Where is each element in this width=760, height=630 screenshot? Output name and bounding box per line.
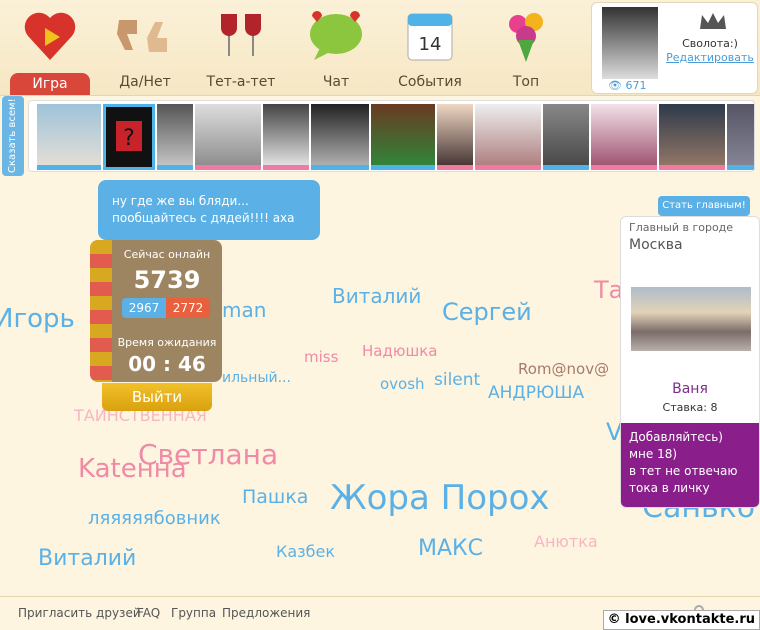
message-line: Добавляйтесь): [629, 430, 723, 444]
profile-views: 👁 671: [608, 79, 646, 92]
city-label: Главный в городе: [629, 221, 734, 234]
nav-top-label: Топ: [512, 74, 540, 90]
calendar-day: 14: [419, 34, 442, 55]
strip-thumb[interactable]: [157, 104, 193, 170]
flowers-icon: [509, 13, 543, 62]
cloud-name[interactable]: ovosh: [380, 375, 425, 393]
offers-link[interactable]: Предложения: [222, 606, 310, 620]
message-line: тока в личку: [629, 481, 710, 495]
main-person-name[interactable]: Ваня: [621, 381, 759, 397]
strip-thumb[interactable]: [727, 104, 754, 170]
bubble-line: пообщайтесь с дядей!!!! аха: [112, 211, 295, 225]
cloud-name[interactable]: Сергей: [442, 298, 532, 326]
nav-tete-a-tete[interactable]: Тет-а-тет: [198, 0, 284, 96]
strip-thumb[interactable]: [311, 104, 369, 170]
cloud-name[interactable]: miss: [304, 348, 338, 366]
online-stats-box: Сейчас онлайн 5739 2967 2772 Время ожида…: [90, 240, 222, 382]
online-count: 5739: [133, 266, 201, 294]
say-all-button[interactable]: Сказать всем!: [2, 96, 24, 176]
invite-friends-link[interactable]: Пригласить друзей: [18, 606, 141, 620]
women-online-count: 2772: [166, 298, 210, 318]
nav-events-label: События: [398, 74, 462, 90]
photo-strip: ?: [28, 100, 755, 172]
strip-thumb[interactable]: [659, 104, 725, 170]
exit-button[interactable]: Выйти: [102, 383, 212, 411]
svg-text:?: ?: [123, 126, 135, 151]
hearts-pattern-icon: [90, 240, 112, 382]
cloud-name[interactable]: Надюшка: [362, 342, 437, 360]
edit-profile-link[interactable]: Редактировать: [664, 51, 756, 64]
strip-thumb[interactable]: [37, 104, 101, 170]
profile-box: Сволота:) Редактировать 👁 671: [591, 2, 758, 94]
heart-play-icon: [24, 12, 76, 60]
become-main-button[interactable]: Стать главным!: [658, 196, 750, 216]
wait-time: 00 : 46: [128, 352, 206, 376]
strip-thumb[interactable]: [195, 104, 261, 170]
nav-events[interactable]: 14 События: [390, 0, 470, 96]
wait-label: Время ожидания: [117, 336, 217, 349]
strip-thumb[interactable]: ?: [103, 104, 155, 170]
cloud-name[interactable]: ляяяяябовник: [88, 508, 221, 529]
bubble-line: ну где же вы бляди...: [112, 194, 249, 208]
chat-bubble-icon: [310, 11, 362, 60]
strip-thumb[interactable]: [591, 104, 657, 170]
city-name: Москва: [629, 237, 683, 253]
nav-yes-no-label: Да/Нет: [119, 74, 171, 90]
strip-thumb[interactable]: [371, 104, 435, 170]
cloud-name[interactable]: Rom@nov@: [518, 360, 609, 378]
nav-tete-a-tete-label: Тет-а-тет: [206, 74, 276, 90]
men-online-count: 2967: [122, 298, 166, 318]
message-line: мне 18): [629, 447, 678, 461]
crown-icon: [700, 13, 726, 29]
cloud-name[interactable]: Анютка: [534, 532, 598, 551]
strip-thumb[interactable]: [263, 104, 309, 170]
cloud-name[interactable]: Жора Порох: [330, 478, 550, 518]
nav-game[interactable]: Игра: [10, 0, 90, 96]
profile-avatar[interactable]: [602, 7, 658, 79]
nav-chat-label: Чат: [322, 74, 350, 90]
cloud-name[interactable]: Katенна: [78, 454, 187, 484]
cloud-name[interactable]: Игорь: [0, 304, 75, 334]
group-link[interactable]: Группа: [171, 606, 216, 620]
cloud-name[interactable]: Пашка: [242, 486, 308, 508]
strip-thumb[interactable]: [543, 104, 589, 170]
nav-game-label: Игра: [10, 73, 90, 95]
cloud-name[interactable]: Та: [594, 276, 623, 304]
calendar-icon: 14: [407, 13, 453, 61]
nav-top[interactable]: Топ: [486, 0, 566, 96]
message-bubble: ну где же вы бляди... пообщайтесь с дяде…: [98, 180, 320, 240]
strip-thumb[interactable]: [437, 104, 473, 170]
question-mark-icon: ?: [116, 121, 142, 151]
thumbs-icon: [117, 20, 167, 52]
eye-icon: 👁: [608, 79, 622, 92]
profile-name: Сволота:): [682, 37, 738, 50]
main-in-city-box: Главный в городе Москва Ваня Ставка: 8 Д…: [620, 216, 760, 508]
bet-amount: Ставка: 8: [662, 401, 718, 414]
copyright-watermark: © love.vkontakte.ru: [602, 610, 760, 630]
cloud-name[interactable]: silent: [434, 370, 480, 390]
cloud-name[interactable]: АНДРЮША: [488, 383, 584, 403]
cloud-name[interactable]: Казбек: [276, 542, 335, 561]
cloud-name[interactable]: man: [222, 298, 266, 322]
cloud-name[interactable]: ильный...: [222, 370, 291, 386]
nav-chat[interactable]: Чат: [296, 0, 376, 96]
main-person-photo[interactable]: [631, 287, 751, 351]
message-line: в тет не отвечаю: [629, 464, 738, 478]
main-person-message: Добавляйтесь) мне 18) в тет не отвечаю т…: [621, 423, 759, 507]
nav-yes-no[interactable]: Да/Нет: [100, 0, 190, 96]
views-count: 671: [625, 79, 647, 92]
cloud-name[interactable]: Виталий: [332, 284, 421, 308]
faq-link[interactable]: FAQ: [137, 606, 160, 620]
strip-thumb[interactable]: [475, 104, 541, 170]
cloud-name[interactable]: МАКС: [418, 536, 483, 561]
cloud-name[interactable]: Виталий: [38, 546, 136, 571]
online-title: Сейчас онлайн: [123, 248, 211, 261]
wine-glasses-icon: [221, 14, 261, 56]
